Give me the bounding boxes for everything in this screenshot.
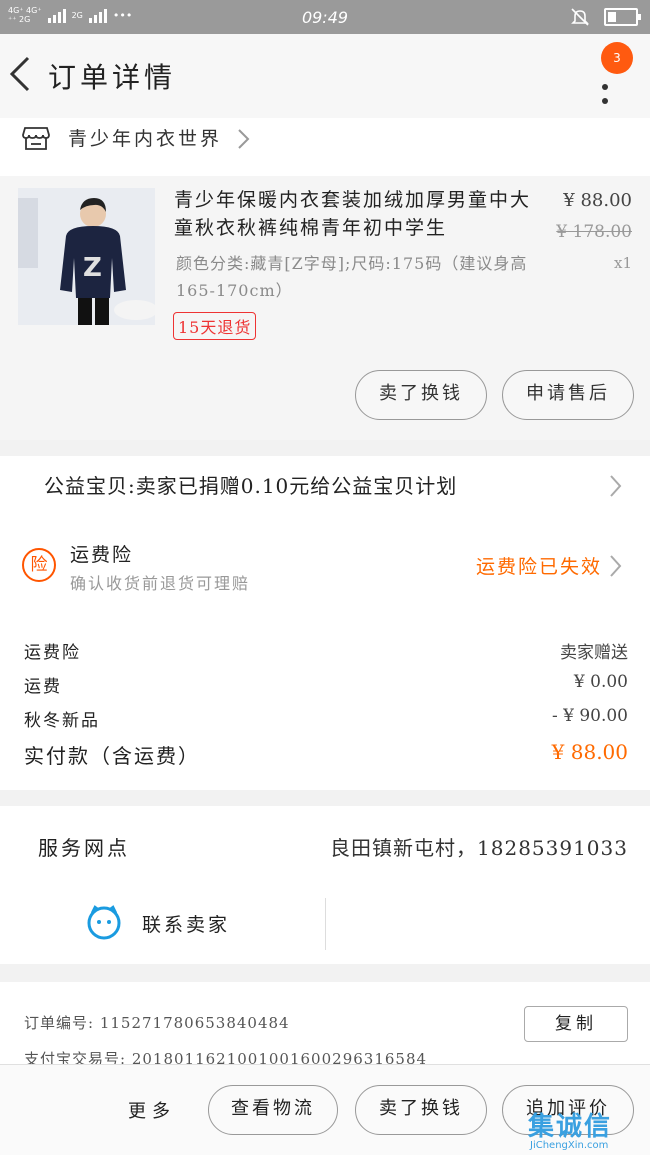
sell-again-button-bottom[interactable]: 卖了换钱 — [355, 1085, 487, 1135]
copy-button[interactable]: 复制 — [524, 1006, 628, 1042]
cost-label: 运费 — [24, 677, 62, 697]
shop-name: 青少年内衣世界 — [68, 128, 223, 150]
insurance-icon: 险 — [22, 548, 56, 582]
battery-icon — [604, 8, 641, 26]
cost-label: 秋冬新品 — [24, 711, 100, 731]
service-point-value: 良田镇新屯村，18285391033 — [330, 836, 628, 860]
service-point-label: 服务网点 — [38, 836, 130, 860]
cost-value: ¥ 0.00 — [573, 672, 628, 692]
payment-number: 支付宝交易号: 2018011621001001600296316584 — [24, 1050, 428, 1064]
watermark: 集诚信 JiChengXin.com — [524, 1102, 650, 1155]
watermark-logo: 集诚信 — [528, 1112, 613, 1142]
app-header: 订单详情 3 — [0, 34, 650, 118]
after-sale-button[interactable]: 申请售后 — [502, 370, 634, 420]
product-spec: 颜色分类:藏青[Z字母];尺码:175码（建议身高165-170cm） — [176, 254, 528, 300]
view-logistics-button[interactable]: 查看物流 — [208, 1085, 338, 1135]
product-card[interactable]: Z 青少年保暖内衣套装加绒加厚男童中大童秋衣秋裤纯棉青年初中学生 颜色分类:藏青… — [0, 176, 650, 440]
cost-summary: 运费险 卖家赠送 运费 ¥ 0.00 秋冬新品 - ¥ 90.00 实付款（含运… — [0, 618, 650, 790]
status-bar: 4G⁺ 4G⁺ ⁺⁺ 2G 2G ••• 09:49 — [0, 0, 650, 34]
store-icon — [22, 127, 50, 150]
product-image[interactable]: Z — [18, 188, 155, 325]
chat-face-icon[interactable] — [86, 904, 122, 940]
mute-bell-icon — [571, 8, 589, 26]
insurance-status: 运费险已失效 — [475, 556, 602, 578]
return-policy-tag: 15天退货 — [173, 312, 257, 340]
more-menu-icon[interactable] — [602, 84, 610, 112]
svg-text:Z: Z — [83, 253, 102, 283]
product-title[interactable]: 青少年保暖内衣套装加绒加厚男童中大童秋衣秋裤纯棉青年初中学生 — [174, 186, 544, 242]
watermark-url: JiChengXin.com — [530, 1140, 609, 1151]
clock: 09:49 — [301, 8, 349, 27]
chevron-right-icon — [610, 555, 622, 577]
cost-value: - ¥ 90.00 — [551, 706, 628, 726]
chevron-right-icon — [238, 129, 250, 149]
contact-seller-button[interactable]: 联系卖家 — [142, 910, 230, 937]
more-button[interactable]: 更多 — [128, 1097, 176, 1123]
page-title: 订单详情 — [48, 61, 177, 94]
product-quantity: x1 — [613, 254, 632, 272]
total-label: 实付款（含运费） — [24, 744, 200, 768]
order-number: 订单编号: 115271780653840484 — [24, 1014, 290, 1032]
product-price: ¥ 88.00 — [563, 190, 632, 211]
cost-value: 卖家赠送 — [560, 643, 628, 663]
insurance-title: 运费险 — [70, 544, 134, 566]
total-value: ¥ 88.00 — [551, 740, 628, 764]
charity-text: 公益宝贝:卖家已捐赠0.10元给公益宝贝计划 — [44, 474, 458, 498]
cost-label: 运费险 — [24, 643, 81, 663]
insurance-subtitle: 确认收货前退货可理赔 — [70, 574, 251, 593]
chevron-right-icon — [610, 475, 622, 497]
shipping-insurance-row[interactable]: 险 运费险 确认收货前退货可理赔 运费险已失效 — [0, 516, 650, 618]
order-info: 订单编号: 115271780653840484 支付宝交易号: 2018011… — [0, 982, 650, 1064]
charity-row[interactable]: 公益宝贝:卖家已捐赠0.10元给公益宝贝计划 — [0, 456, 650, 516]
back-arrow-icon[interactable] — [6, 54, 36, 94]
service-section: 服务网点 良田镇新屯村，18285391033 联系卖家 — [0, 806, 650, 964]
divider — [325, 898, 326, 950]
shop-row[interactable]: 青少年内衣世界 — [0, 118, 650, 176]
product-original-price: ¥ 178.00 — [556, 222, 632, 242]
sell-again-button[interactable]: 卖了换钱 — [355, 370, 487, 420]
message-count-badge[interactable]: 3 — [601, 42, 633, 74]
